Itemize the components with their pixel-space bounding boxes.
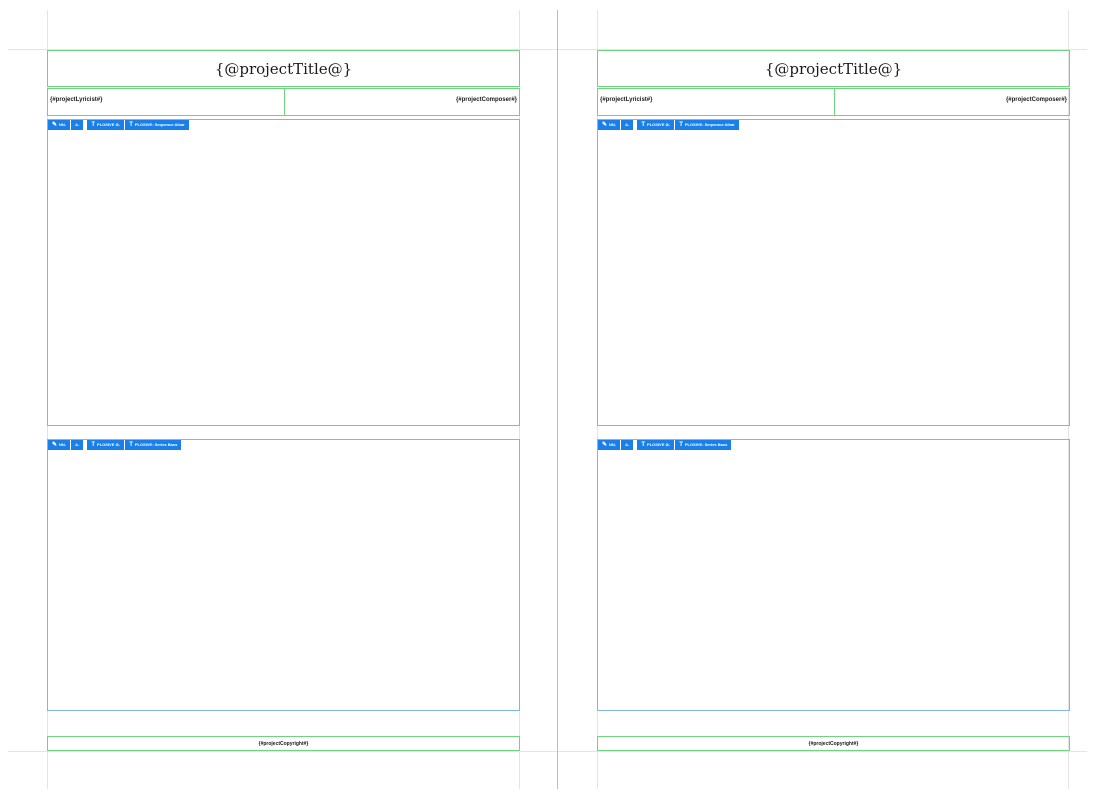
staff-type-button[interactable]: ✎ NN- <box>598 440 621 450</box>
clef-button[interactable]: A- <box>621 120 634 130</box>
spread-spine <box>557 10 558 789</box>
instrument-button[interactable]: T PLOSIVE: Sequence Albar <box>125 120 189 130</box>
composer-field: {#projectComposer#} <box>1005 97 1067 103</box>
copyright-field: {#projectCopyright#} <box>808 740 859 747</box>
lyricist-field: {#projectLyricist#} <box>600 97 653 103</box>
text-icon: T <box>91 122 96 128</box>
text-icon: T <box>129 442 133 448</box>
project-title: {@projectTitle@} <box>764 59 903 78</box>
system-toolbar: ✎ NN- A- T PLOSIVE ⊘- T PLOSIVE: Series Bas… <box>48 440 182 450</box>
lyricist-field: {#projectLyricist#} <box>50 97 103 103</box>
staff-type-button[interactable]: ✎ NN- <box>48 120 71 130</box>
text-icon: T <box>641 122 646 128</box>
system-toolbar: ✎ NN- A- T PLOSIVE ⊘- T PLOSIVE: Sequence A… <box>48 120 190 130</box>
composer-field: {#projectComposer#} <box>455 97 517 103</box>
staff-type-button[interactable]: ✎ NN- <box>48 440 71 450</box>
pencil-icon: ✎ <box>52 122 58 128</box>
project-title: {@projectTitle@} <box>214 59 353 78</box>
text-icon: T <box>641 442 646 448</box>
text-icon: T <box>679 442 683 448</box>
clef-button[interactable]: A- <box>621 440 634 450</box>
clef-button[interactable]: A- <box>71 120 84 130</box>
instrument-button[interactable]: T PLOSIVE: Series Bass <box>125 440 182 450</box>
music-system-frame[interactable]: ✎ NN- A- T PLOSIVE ⊘- T PLOSIVE: Series Bas… <box>597 439 1070 711</box>
music-system-frame[interactable]: ✎ NN- A- T PLOSIVE ⊘- T PLOSIVE: Sequence A… <box>597 119 1070 426</box>
text-icon: T <box>129 122 133 128</box>
text-icon: T <box>679 122 683 128</box>
copyright-frame[interactable]: {#projectCopyright#} <box>47 736 520 751</box>
title-frame[interactable]: {@projectTitle@} <box>47 50 520 87</box>
page-right: {@projectTitle@} {#projectLyricist#} {#p… <box>597 50 1070 752</box>
text-style-button[interactable]: T PLOSIVE ⊘- <box>637 120 675 130</box>
credits-frame[interactable]: {#projectLyricist#} {#projectComposer#} <box>47 88 520 116</box>
copyright-field: {#projectCopyright#} <box>258 740 309 747</box>
clef-button[interactable]: A- <box>71 440 84 450</box>
credits-divider <box>284 89 285 115</box>
instrument-button[interactable]: T PLOSIVE: Sequence Albar <box>675 120 739 130</box>
pencil-icon: ✎ <box>52 442 58 448</box>
music-system-frame[interactable]: ✎ NN- A- T PLOSIVE ⊘- T PLOSIVE: Series Bas… <box>47 439 520 711</box>
text-style-button[interactable]: T PLOSIVE ⊘- <box>637 440 675 450</box>
staff-type-button[interactable]: ✎ NN- <box>598 120 621 130</box>
system-toolbar: ✎ NN- A- T PLOSIVE ⊘- T PLOSIVE: Series Bas… <box>598 440 732 450</box>
pencil-icon: ✎ <box>602 122 608 128</box>
music-system-frame[interactable]: ✎ NN- A- T PLOSIVE ⊘- T PLOSIVE: Sequence A… <box>47 119 520 426</box>
text-style-button[interactable]: T PLOSIVE ⊘- <box>87 440 125 450</box>
page-left: {@projectTitle@} {#projectLyricist#} {#p… <box>47 50 520 752</box>
credits-frame[interactable]: {#projectLyricist#} {#projectComposer#} <box>597 88 1070 116</box>
instrument-button[interactable]: T PLOSIVE: Series Bass <box>675 440 732 450</box>
title-frame[interactable]: {@projectTitle@} <box>597 50 1070 87</box>
pencil-icon: ✎ <box>602 442 608 448</box>
credits-divider <box>834 89 835 115</box>
copyright-frame[interactable]: {#projectCopyright#} <box>597 736 1070 751</box>
text-style-button[interactable]: T PLOSIVE ⊘- <box>87 120 125 130</box>
system-toolbar: ✎ NN- A- T PLOSIVE ⊘- T PLOSIVE: Sequence A… <box>598 120 740 130</box>
text-icon: T <box>91 442 96 448</box>
